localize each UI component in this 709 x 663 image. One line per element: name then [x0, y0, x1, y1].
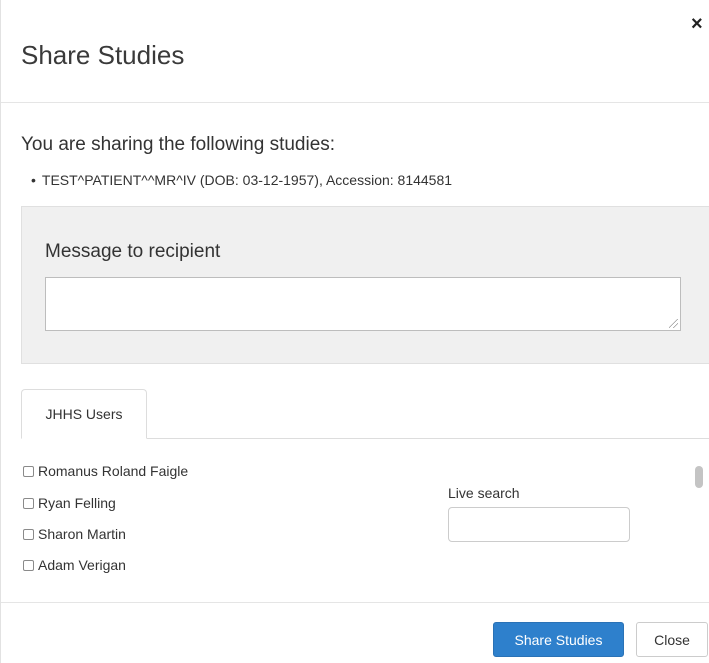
user-list-scrollbar[interactable]: [693, 462, 705, 582]
message-label: Message to recipient: [45, 241, 221, 262]
close-icon[interactable]: ×: [691, 14, 703, 34]
user-name: Ryan Felling: [38, 495, 116, 511]
live-search-input[interactable]: [448, 507, 630, 542]
resize-grip-icon[interactable]: [669, 319, 678, 328]
header-divider: [1, 102, 709, 103]
footer-divider: [1, 602, 709, 603]
user-item-sharon-martin[interactable]: Sharon Martin: [23, 526, 126, 542]
user-item-romanus-roland-faigle[interactable]: Romanus Roland Faigle: [23, 463, 188, 479]
user-name: Adam Verigan: [38, 557, 126, 573]
live-search-label: Live search: [448, 485, 520, 501]
tab-jhhs-users[interactable]: JHHS Users: [21, 389, 147, 439]
study-description: TEST^PATIENT^^MR^IV (DOB: 03-12-1957), A…: [41, 172, 453, 188]
user-checkbox[interactable]: [23, 528, 34, 540]
message-panel: Message to recipient: [21, 206, 709, 364]
scrollbar-thumb[interactable]: [695, 466, 703, 488]
bullet-icon: •: [31, 172, 36, 188]
user-name: Romanus Roland Faigle: [38, 463, 189, 479]
share-studies-button[interactable]: Share Studies: [493, 622, 624, 657]
user-item-ryan-felling[interactable]: Ryan Felling: [23, 495, 116, 511]
close-button[interactable]: Close: [636, 622, 708, 657]
message-textarea[interactable]: [45, 277, 681, 331]
sharing-intro-text: You are sharing the following studies:: [21, 134, 336, 155]
user-checkbox[interactable]: [23, 497, 34, 509]
user-name: Sharon Martin: [38, 526, 126, 542]
study-list-item: • TEST^PATIENT^^MR^IV (DOB: 03-12-1957), …: [31, 172, 452, 188]
user-checkbox[interactable]: [23, 465, 34, 477]
user-checkbox[interactable]: [23, 559, 34, 571]
dialog-title: Share Studies: [21, 40, 185, 70]
share-studies-dialog: × Share Studies You are sharing the foll…: [0, 0, 709, 663]
user-item-adam-verigan[interactable]: Adam Verigan: [23, 557, 126, 573]
